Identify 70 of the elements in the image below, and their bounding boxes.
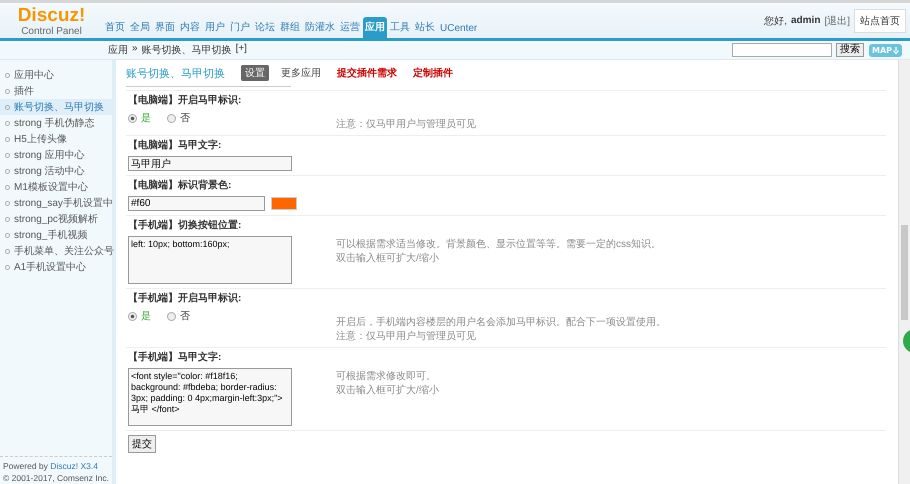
code-field[interactable]: left: 10px; bottom:160px;	[128, 236, 292, 284]
setting-hint: 双击输入框可扩大/缩小	[336, 253, 440, 265]
plugin-title: 账号切换、马甲切换	[126, 66, 225, 80]
search-button[interactable]: 搜索	[836, 43, 864, 57]
radio-option[interactable]: 否	[167, 111, 190, 125]
setting-label: 【手机端】切换按钮位置:	[128, 220, 242, 232]
setting-hint: 开启后，手机端内容楼层的用户名会添加马甲标识。配合下一项设置使用。	[336, 317, 666, 329]
setting-hint: 双击输入框可扩大/缩小	[336, 385, 439, 397]
setting-hint: 注意：仅马甲用户与管理员可见	[336, 119, 476, 131]
code-field[interactable]: <font style="color: #f18f16; background: #fbdeba; border-radius: 3px; padding: 0 4px;margin-left:3px;">马甲 </font>	[128, 368, 292, 426]
search-field[interactable]	[732, 43, 832, 57]
nav-tab[interactable]: 防灌水	[303, 17, 337, 38]
setting-label: 【手机端】马甲文字:	[128, 352, 222, 364]
user-name: admin	[790, 15, 820, 26]
nav-tab[interactable]: 工具	[388, 17, 412, 38]
sidebar-item[interactable]: 应用中心	[0, 67, 112, 83]
sidebar-item[interactable]: M1模板设置中心	[0, 179, 112, 195]
nav-tab[interactable]: 首页	[103, 17, 127, 38]
submit-button[interactable]: 提交	[128, 435, 156, 453]
setting-label: 【电脑端】开启马甲标识:	[128, 95, 242, 107]
nav-tab[interactable]: UCenter	[438, 20, 480, 38]
breadcrumb-item[interactable]: 账号切换、马甲切换	[142, 43, 232, 57]
setting-hint: 可根据需求修改即可。	[336, 371, 437, 383]
nav-tab[interactable]: 论坛	[253, 17, 277, 38]
nav-tab[interactable]: 站长	[413, 17, 437, 38]
nav-tab[interactable]: 界面	[153, 17, 177, 38]
sidebar-item[interactable]: strong_手机视频	[0, 227, 112, 243]
nav-tab[interactable]: 运营	[338, 17, 362, 38]
color-field[interactable]: #f60	[128, 196, 265, 211]
sidebar-item[interactable]: 手机菜单、关注公众号	[0, 243, 112, 259]
plugin-tab[interactable]: 设置	[241, 65, 269, 81]
logo-subtitle: Control Panel	[21, 26, 82, 37]
nav-tab[interactable]: 全局	[128, 17, 152, 38]
sidebar-item[interactable]: H5上传头像	[0, 131, 112, 147]
greeting-text: 您好,	[764, 14, 787, 28]
radio-option[interactable]: 否	[167, 309, 190, 323]
breadcrumb-item[interactable]: 应用	[108, 43, 128, 57]
sidebar-item[interactable]: strong 应用中心	[0, 147, 112, 163]
sidebar-item[interactable]: A1手机设置中心	[0, 259, 112, 275]
setting-label: 【电脑端】马甲文字:	[128, 140, 222, 152]
copyright-text: © 2001-2017, Comsenz Inc.	[3, 473, 109, 483]
scrollbar-thumb[interactable]	[901, 225, 908, 320]
logout-link[interactable]: [退出]	[824, 14, 850, 28]
plugin-link[interactable]: 提交插件需求	[333, 65, 401, 81]
breadcrumb-separator: »	[132, 43, 138, 56]
setting-hint: 可以根据需求适当修改。背景颜色、显示位置等等。需要一定的css知识。	[336, 239, 661, 251]
version-link[interactable]: Discuz! X3.4	[50, 461, 98, 471]
sidebar-item[interactable]: strong 手机伪静态	[0, 115, 112, 131]
powered-text: Powered by	[3, 461, 48, 471]
plugin-tab[interactable]: 更多应用	[277, 65, 325, 81]
sidebar-item[interactable]: 账号切换、马甲切换	[0, 99, 112, 115]
setting-hint: 注意：仅马甲用户与管理员可见	[336, 331, 477, 343]
floating-button-icon[interactable]	[902, 328, 910, 354]
plugin-link[interactable]: 定制插件	[409, 65, 457, 81]
sidebar-item[interactable]: strong_pc视频解析	[0, 211, 112, 227]
nav-tab[interactable]: 群组	[278, 17, 302, 38]
sidebar-item[interactable]: 插件	[0, 83, 112, 99]
text-field[interactable]: 马甲用户	[128, 156, 292, 171]
color-swatch[interactable]	[271, 197, 297, 210]
nav-tab[interactable]: 内容	[178, 17, 202, 38]
logo-title: Discuz!	[18, 6, 86, 26]
nav-tab[interactable]: 门户	[228, 17, 252, 38]
setting-label: 【手机端】开启马甲标识:	[128, 293, 242, 305]
sidebar-item[interactable]: strong 活动中心	[0, 163, 112, 179]
home-button[interactable]: 站点首页	[854, 8, 906, 32]
add-shortcut-link[interactable]: [+]	[236, 43, 247, 57]
sidebar-item[interactable]: strong_say手机设置中	[0, 195, 112, 211]
nav-tab[interactable]: 用户	[203, 17, 227, 38]
down-arrow-icon	[893, 46, 899, 54]
setting-label: 【电脑端】标识背景色:	[128, 180, 232, 192]
